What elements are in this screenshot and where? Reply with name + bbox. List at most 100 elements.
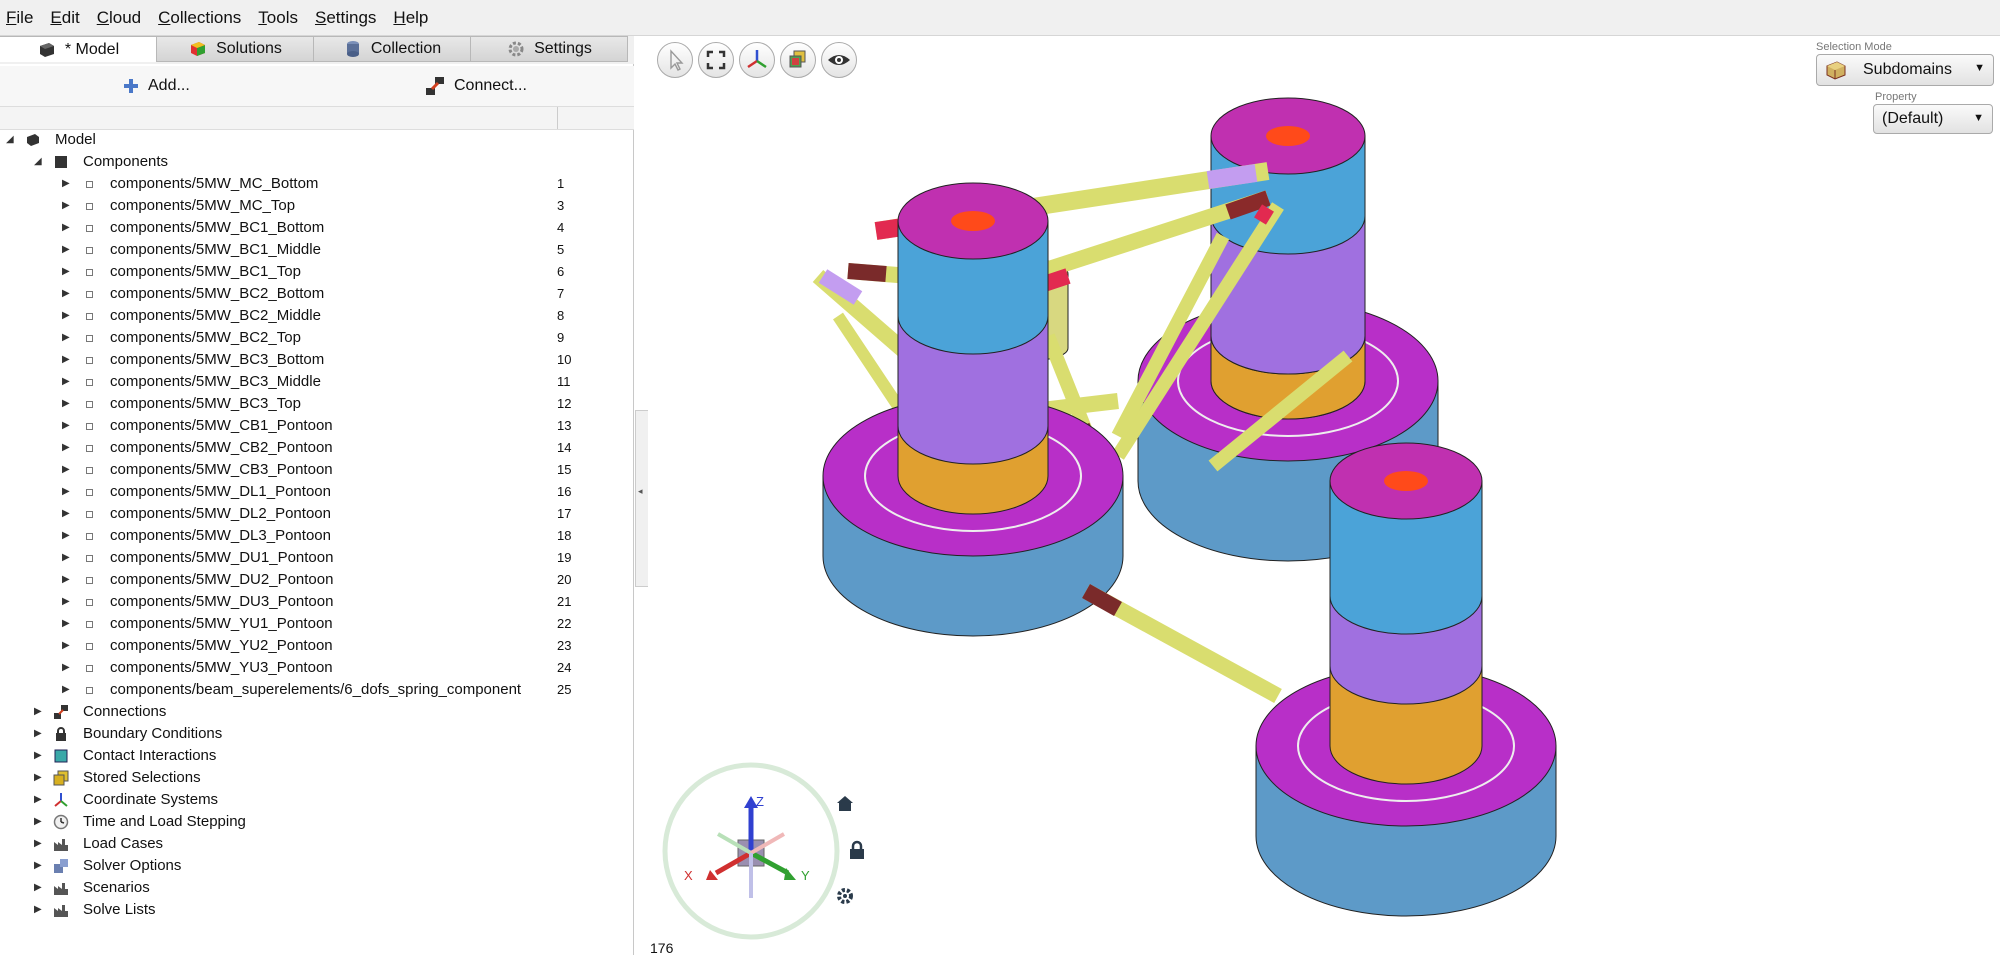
chevron-right-icon[interactable]: ▶ — [62, 591, 70, 613]
lock-icon[interactable] — [848, 840, 866, 860]
tab-collection[interactable]: Collection — [314, 36, 471, 62]
chevron-right-icon[interactable]: ▶ — [62, 327, 70, 349]
tree-row-boundary-conditions[interactable]: ▶ Boundary Conditions — [0, 723, 634, 745]
tree-row-component[interactable]: ▶ components/5MW_BC1_Middle 5 — [0, 239, 634, 261]
chevron-right-icon[interactable]: ▶ — [62, 503, 70, 525]
connect-button-label: Connect... — [454, 77, 527, 94]
chevron-right-icon[interactable]: ▶ — [34, 899, 42, 921]
tree-row-time-and-load-stepping[interactable]: ▶ Time and Load Stepping — [0, 811, 634, 833]
floating-platform-model[interactable] — [648, 36, 2000, 955]
tree-row-component[interactable]: ▶ components/5MW_DU3_Pontoon 21 — [0, 591, 634, 613]
tree-row-component[interactable]: ▶ components/5MW_BC3_Top 12 — [0, 393, 634, 415]
tree-row-component[interactable]: ▶ components/5MW_DL3_Pontoon 18 — [0, 525, 634, 547]
tree-row-component[interactable]: ▶ components/5MW_BC3_Middle 11 — [0, 371, 634, 393]
orientation-gizmo[interactable]: Z X Y — [658, 758, 848, 948]
connect-button[interactable]: Connect... — [424, 75, 527, 97]
menu-cloud[interactable]: Cloud — [97, 8, 141, 28]
chevron-right-icon[interactable]: ▶ — [62, 349, 70, 371]
menu-file[interactable]: File — [6, 8, 33, 28]
tree-row-component[interactable]: ▶ components/5MW_YU2_Pontoon 23 — [0, 635, 634, 657]
chevron-right-icon[interactable]: ▶ — [62, 679, 70, 701]
panel-splitter[interactable]: ◂ — [635, 410, 649, 587]
tree-row-solve-lists[interactable]: ▶ Solve Lists — [0, 899, 634, 921]
chevron-right-icon[interactable]: ▶ — [62, 173, 70, 195]
fit-view-button[interactable] — [698, 42, 734, 78]
tree-row-component[interactable]: ▶ components/5MW_DU1_Pontoon 19 — [0, 547, 634, 569]
chevron-right-icon[interactable]: ▶ — [34, 723, 42, 745]
tree-row-scenarios[interactable]: ▶ Scenarios — [0, 877, 634, 899]
tree-row-contact-interactions[interactable]: ▶ Contact Interactions — [0, 745, 634, 767]
tree-row-component[interactable]: ▶ components/5MW_YU3_Pontoon 24 — [0, 657, 634, 679]
tree-row-component[interactable]: ▶ components/5MW_DU2_Pontoon 20 — [0, 569, 634, 591]
tree-row-model[interactable]: ◢ Model — [0, 129, 634, 151]
menu-tools[interactable]: Tools — [258, 8, 298, 28]
tree-row-component[interactable]: ▶ components/5MW_BC3_Bottom 10 — [0, 349, 634, 371]
tab-solutions[interactable]: Solutions — [157, 36, 314, 62]
chevron-right-icon[interactable]: ▶ — [62, 261, 70, 283]
tree-row-component[interactable]: ▶ components/5MW_MC_Top 3 — [0, 195, 634, 217]
chevron-right-icon[interactable]: ▶ — [62, 239, 70, 261]
tree-row-connections[interactable]: ▶ Connections — [0, 701, 634, 723]
tab-settings[interactable]: Settings — [471, 36, 628, 62]
chevron-down-icon[interactable]: ◢ — [34, 151, 42, 173]
tree-row-solver-options[interactable]: ▶ Solver Options — [0, 855, 634, 877]
chevron-right-icon[interactable]: ▶ — [34, 789, 42, 811]
chevron-right-icon[interactable]: ▶ — [62, 393, 70, 415]
menu-help[interactable]: Help — [393, 8, 428, 28]
tree-row-component[interactable]: ▶ components/5MW_DL2_Pontoon 17 — [0, 503, 634, 525]
select-tool-button[interactable] — [657, 42, 693, 78]
chevron-right-icon[interactable]: ▶ — [62, 415, 70, 437]
tree-row-component[interactable]: ▶ components/5MW_CB3_Pontoon 15 — [0, 459, 634, 481]
chevron-right-icon[interactable]: ▶ — [62, 437, 70, 459]
tree-row-component[interactable]: ▶ components/5MW_BC2_Bottom 7 — [0, 283, 634, 305]
tree-row-stored-selections[interactable]: ▶ Stored Selections — [0, 767, 634, 789]
chevron-right-icon[interactable]: ▶ — [62, 371, 70, 393]
chevron-right-icon[interactable]: ▶ — [62, 283, 70, 305]
tree-row-component[interactable]: ▶ components/5MW_BC2_Top 9 — [0, 327, 634, 349]
selection-mode-dropdown[interactable]: Subdomains ▼ — [1816, 54, 1994, 86]
chevron-right-icon[interactable]: ▶ — [62, 217, 70, 239]
chevron-right-icon[interactable]: ▶ — [34, 811, 42, 833]
chevron-right-icon[interactable]: ▶ — [34, 877, 42, 899]
tree-row-component[interactable]: ▶ components/5MW_DL1_Pontoon 16 — [0, 481, 634, 503]
tree-row-component[interactable]: ▶ components/5MW_BC1_Top 6 — [0, 261, 634, 283]
chevron-right-icon[interactable]: ▶ — [62, 195, 70, 217]
chevron-right-icon[interactable]: ▶ — [62, 305, 70, 327]
add-button[interactable]: Add... — [122, 77, 190, 95]
tree-row-component[interactable]: ▶ components/beam_superelements/6_dofs_sp… — [0, 679, 634, 701]
axes-view-button[interactable] — [739, 42, 775, 78]
menu-collections[interactable]: Collections — [158, 8, 241, 28]
chevron-right-icon[interactable]: ▶ — [34, 701, 42, 723]
visibility-button[interactable] — [821, 42, 857, 78]
chevron-right-icon[interactable]: ▶ — [34, 833, 42, 855]
chevron-right-icon[interactable]: ▶ — [62, 459, 70, 481]
chevron-right-icon[interactable]: ▶ — [62, 547, 70, 569]
chevron-right-icon[interactable]: ▶ — [34, 855, 42, 877]
chevron-right-icon[interactable]: ▶ — [62, 613, 70, 635]
menu-settings[interactable]: Settings — [315, 8, 376, 28]
property-dropdown[interactable]: (Default) ▼ — [1873, 104, 1993, 134]
chevron-right-icon[interactable]: ▶ — [62, 569, 70, 591]
tree-row-coordinate-systems[interactable]: ▶ Coordinate Systems — [0, 789, 634, 811]
tree-row-component[interactable]: ▶ components/5MW_YU1_Pontoon 22 — [0, 613, 634, 635]
chevron-down-icon[interactable]: ◢ — [6, 129, 14, 151]
chevron-right-icon[interactable]: ▶ — [62, 481, 70, 503]
tree-row-component[interactable]: ▶ components/5MW_CB2_Pontoon 14 — [0, 437, 634, 459]
chevron-right-icon[interactable]: ▶ — [62, 635, 70, 657]
tab-model[interactable]: * Model — [0, 36, 157, 62]
chevron-right-icon[interactable]: ▶ — [62, 525, 70, 547]
tree-row-load-cases[interactable]: ▶ Load Cases — [0, 833, 634, 855]
tree-row-component[interactable]: ▶ components/5MW_BC2_Middle 8 — [0, 305, 634, 327]
home-icon[interactable] — [835, 794, 855, 814]
chevron-right-icon[interactable]: ▶ — [34, 745, 42, 767]
chevron-right-icon[interactable]: ▶ — [34, 767, 42, 789]
chevron-right-icon[interactable]: ▶ — [62, 657, 70, 679]
tree-row-component[interactable]: ▶ components/5MW_MC_Bottom 1 — [0, 173, 634, 195]
tree-row-components[interactable]: ◢ Components — [0, 151, 634, 173]
gear-icon[interactable] — [835, 886, 855, 906]
menu-edit[interactable]: Edit — [50, 8, 79, 28]
tree-row-component[interactable]: ▶ components/5MW_CB1_Pontoon 13 — [0, 415, 634, 437]
render-mode-button[interactable] — [780, 42, 816, 78]
tree-row-component[interactable]: ▶ components/5MW_BC1_Bottom 4 — [0, 217, 634, 239]
3d-viewport[interactable]: Selection Mode Subdomains ▼ Property (De… — [648, 36, 2000, 956]
